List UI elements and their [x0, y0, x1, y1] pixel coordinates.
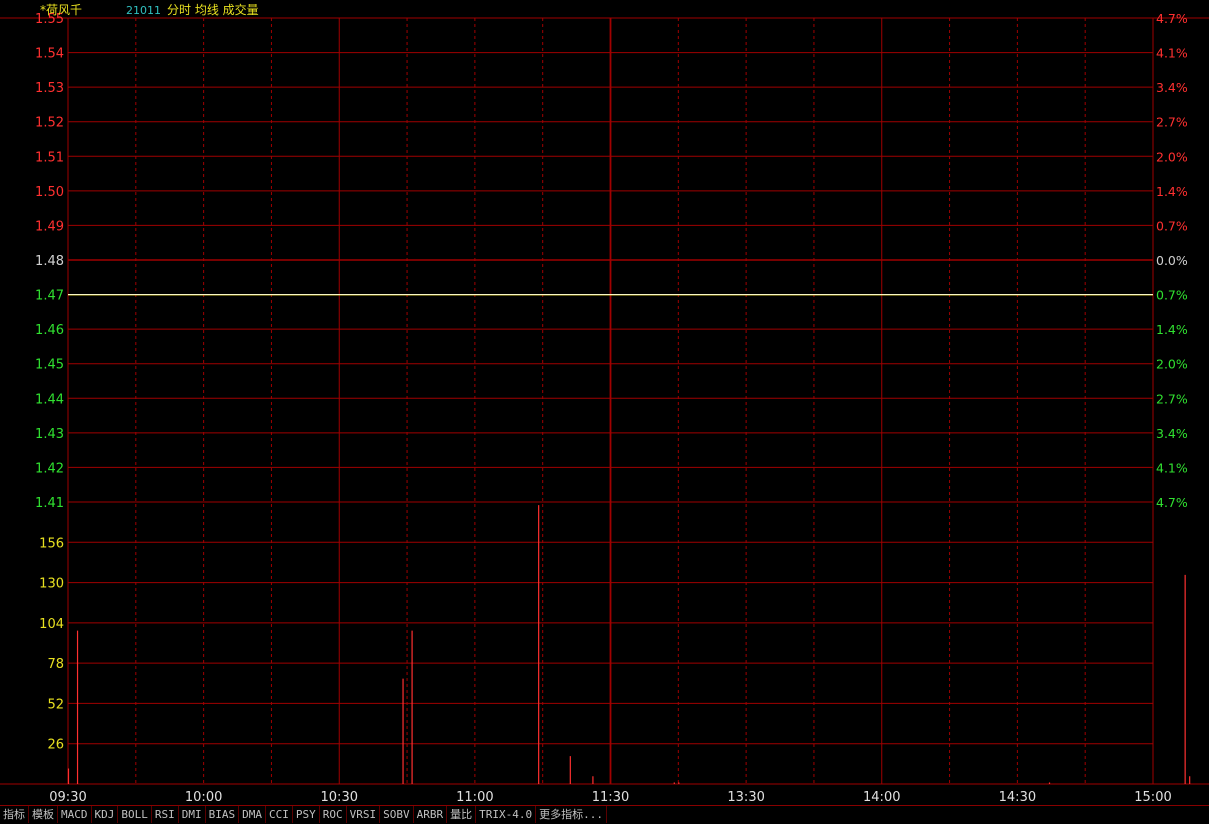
- volume-tick-label: 78: [47, 657, 64, 672]
- time-tick-label: 15:00: [1134, 790, 1171, 805]
- tab-arbr[interactable]: ARBR: [414, 806, 448, 823]
- pct-tick-label: 2.0%: [1156, 149, 1188, 164]
- volume-tick-label: 52: [47, 697, 64, 712]
- price-tick-label: 1.44: [35, 392, 64, 407]
- tab-volume-ratio[interactable]: 量比: [447, 806, 476, 823]
- volume-tick-label: 26: [47, 738, 64, 753]
- pct-tick-label: 4.7%: [1156, 495, 1188, 510]
- pct-tick-label: 2.7%: [1156, 115, 1188, 130]
- time-tick-label: 14:30: [999, 790, 1036, 805]
- price-tick-label: 1.50: [35, 185, 64, 200]
- chart-header: *荷风千 21011 分时 均线 成交量: [40, 2, 259, 17]
- tab-trix-4-0[interactable]: TRIX-4.0: [476, 806, 536, 823]
- price-panel: [68, 295, 1153, 296]
- tab-kdj[interactable]: KDJ: [92, 806, 119, 823]
- time-tick-label: 10:30: [321, 790, 358, 805]
- pct-tick-label: 0.7%: [1156, 218, 1188, 233]
- price-tick-label: 1.41: [35, 496, 64, 511]
- pct-tick-label: 4.1%: [1156, 46, 1188, 61]
- tab-vrsi[interactable]: VRSI: [347, 806, 381, 823]
- stock-code: 21011: [126, 4, 161, 17]
- indicator-tab-bar: 指标模板MACDKDJBOLLRSIDMIBIASDMACCIPSYROCVRS…: [0, 805, 1209, 824]
- price-tick-label: 1.47: [35, 289, 64, 304]
- pct-tick-label: 2.0%: [1156, 357, 1188, 372]
- price-tick-label: 1.52: [35, 116, 64, 131]
- chart-indicators: 分时 均线 成交量: [167, 2, 259, 17]
- tab-rsi[interactable]: RSI: [152, 806, 179, 823]
- volume-tick-label: 130: [39, 577, 64, 592]
- pct-tick-label: 3.4%: [1156, 80, 1188, 95]
- volume-tick-label: 104: [39, 617, 64, 632]
- pct-tick-label: 0.7%: [1156, 288, 1188, 303]
- tab-indicator[interactable]: 指标: [0, 806, 29, 823]
- price-tick-label: 1.51: [35, 150, 64, 165]
- tab-template[interactable]: 模板: [29, 806, 58, 823]
- tab-more-indicators[interactable]: 更多指标...: [536, 806, 607, 823]
- pct-tick-label: 1.4%: [1156, 322, 1188, 337]
- price-tick-label: 1.54: [35, 47, 64, 62]
- time-tick-label: 14:00: [863, 790, 900, 805]
- time-tick-label: 13:30: [727, 790, 764, 805]
- time-tick-label: 10:00: [185, 790, 222, 805]
- pct-tick-label: 2.7%: [1156, 391, 1188, 406]
- time-tick-label: 11:00: [456, 790, 493, 805]
- price-tick-label: 1.42: [35, 461, 64, 476]
- time-tick-label: 11:30: [592, 790, 629, 805]
- pct-tick-label: 0.0%: [1156, 253, 1188, 268]
- tab-dma[interactable]: DMA: [239, 806, 266, 823]
- tab-macd[interactable]: MACD: [58, 806, 92, 823]
- price-tick-label: 1.49: [35, 219, 64, 234]
- tab-cci[interactable]: CCI: [266, 806, 293, 823]
- volume-tick-label: 156: [39, 536, 64, 551]
- intraday-chart[interactable]: 1.554.7%1.544.1%1.533.4%1.522.7%1.512.0%…: [0, 0, 1209, 805]
- tab-boll[interactable]: BOLL: [118, 806, 152, 823]
- price-tick-label: 1.46: [35, 323, 64, 338]
- tab-psy[interactable]: PSY: [293, 806, 320, 823]
- price-tick-label: 1.43: [35, 427, 64, 442]
- tab-bias[interactable]: BIAS: [206, 806, 240, 823]
- pct-tick-label: 3.4%: [1156, 426, 1188, 441]
- price-tick-label: 1.53: [35, 81, 64, 96]
- tab-roc[interactable]: ROC: [320, 806, 347, 823]
- tab-sobv[interactable]: SOBV: [380, 806, 414, 823]
- pct-tick-label: 4.1%: [1156, 460, 1188, 475]
- stock-name: *荷风千: [40, 3, 82, 17]
- tab-dmi[interactable]: DMI: [179, 806, 206, 823]
- time-tick-label: 09:30: [49, 790, 86, 805]
- price-tick-label: 1.45: [35, 358, 64, 373]
- pct-tick-label: 4.7%: [1156, 11, 1188, 26]
- pct-tick-label: 1.4%: [1156, 184, 1188, 199]
- price-tick-label: 1.48: [35, 254, 64, 269]
